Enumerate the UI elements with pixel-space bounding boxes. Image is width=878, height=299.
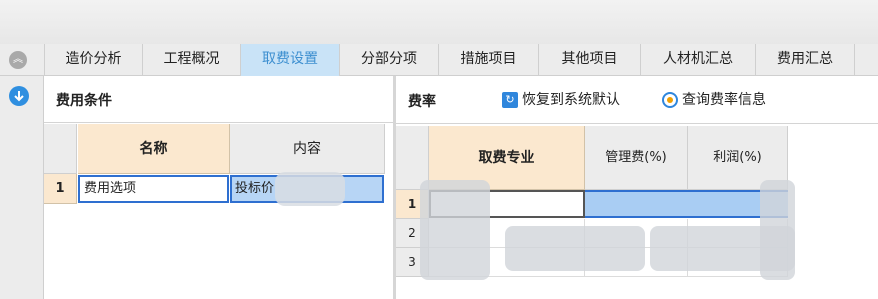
fee-rate-header: 费率 ↻ 恢复到系统默认 查询费率信息: [396, 76, 878, 124]
restore-icon: ↻: [502, 92, 518, 108]
query-rate-icon: [662, 92, 678, 108]
restore-default-label: 恢复到系统默认: [522, 92, 620, 108]
fee-conditions-corner: [44, 124, 77, 174]
download-icon[interactable]: [9, 86, 29, 106]
tab-cost-summary[interactable]: 费用汇总: [756, 44, 855, 76]
fee-option-name-cell[interactable]: 费用选项: [78, 175, 229, 203]
tab-fee-settings[interactable]: 取费设置: [241, 44, 340, 76]
tab-other-items[interactable]: 其他项目: [539, 44, 641, 76]
tab-resource-summary[interactable]: 人材机汇总: [641, 44, 756, 76]
column-header-management-fee[interactable]: 管理费(%): [585, 126, 688, 190]
collapse-icon[interactable]: ︽: [9, 51, 27, 69]
redaction-blur: [420, 180, 490, 280]
tab-sub-items[interactable]: 分部分项: [340, 44, 439, 76]
redaction-blur: [275, 172, 345, 206]
query-rate-label: 查询费率信息: [682, 92, 766, 108]
tab-bar: ︽ 造价分析 工程概况 取费设置 分部分项 措施项目 其他项目 人材机汇总 费用…: [0, 44, 878, 76]
tab-measures[interactable]: 措施项目: [439, 44, 539, 76]
ribbon-area: [0, 0, 878, 44]
fee-conditions-title: 费用条件: [56, 93, 112, 109]
column-header-content[interactable]: 内容: [230, 124, 385, 174]
selected-rate-cells[interactable]: [585, 190, 788, 218]
restore-default-button[interactable]: ↻ 恢复到系统默认: [502, 89, 620, 111]
tab-cost-analysis[interactable]: 造价分析: [44, 44, 143, 76]
row-number[interactable]: 1: [44, 174, 77, 204]
left-tool-strip: [0, 76, 44, 299]
redaction-blur: [760, 180, 795, 280]
redaction-blur: [505, 226, 645, 271]
fee-conditions-header: 费用条件: [44, 76, 393, 123]
tab-project-overview[interactable]: 工程概况: [143, 44, 241, 76]
query-rate-button[interactable]: 查询费率信息: [662, 89, 766, 111]
column-header-name[interactable]: 名称: [78, 124, 230, 174]
fee-rate-title: 费率: [408, 94, 436, 110]
